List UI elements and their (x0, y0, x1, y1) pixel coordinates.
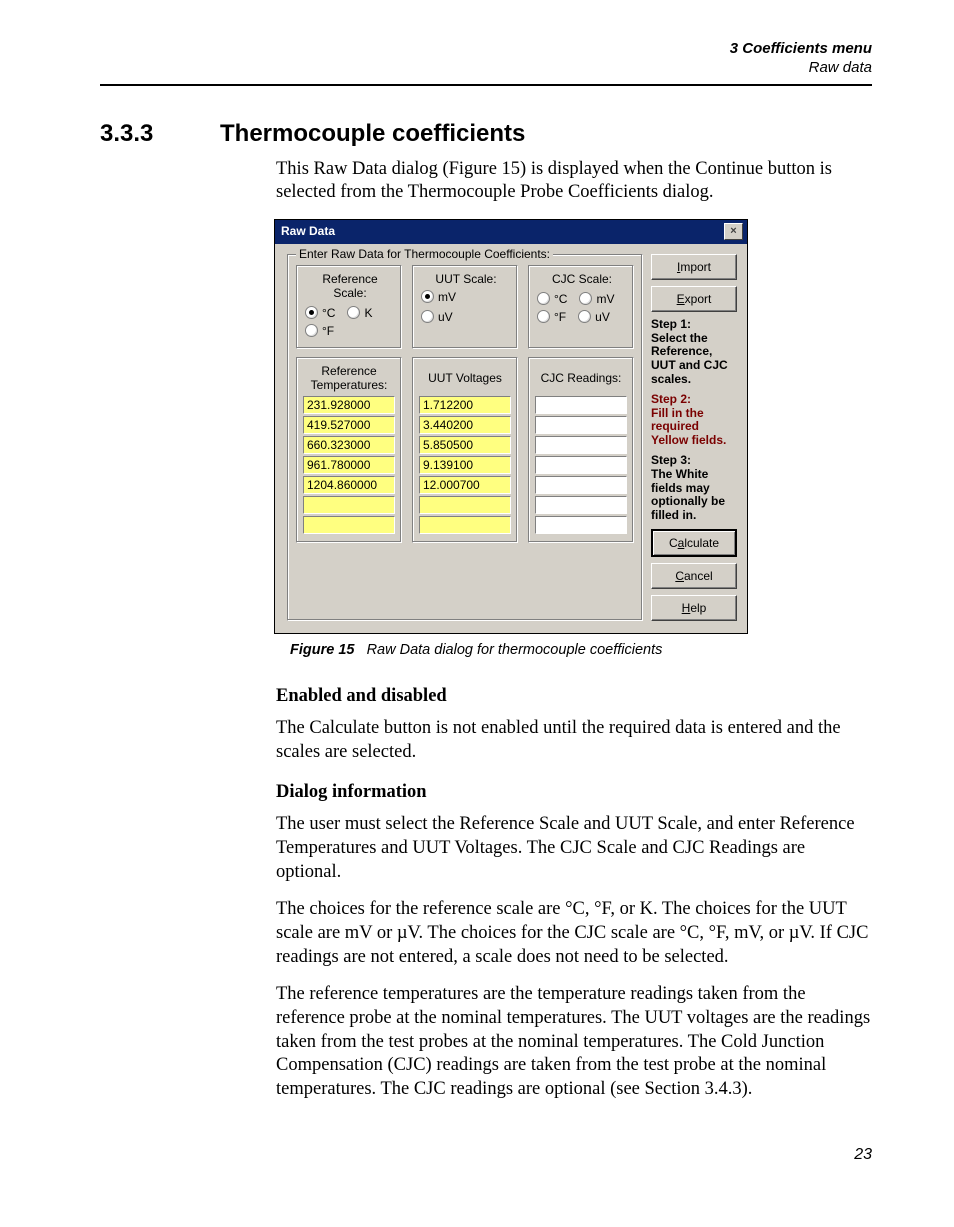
import-button[interactable]: Import (651, 254, 737, 280)
radio-icon (537, 292, 550, 305)
raw-data-dialog: Raw Data × Enter Raw Data for Thermocoup… (274, 219, 748, 634)
cjc-reading-input[interactable] (535, 416, 627, 434)
dialog-title: Raw Data (281, 224, 335, 238)
header-chapter: 3 Coefficients menu (100, 40, 872, 59)
cjc-scale-group: CJC Scale: °C mV °F uV (528, 265, 634, 349)
dialog-side-panel: Import Export Step 1: Select the Referen… (651, 254, 737, 621)
cjc-readings-header: CJC Readings: (535, 364, 627, 392)
paragraph: The user must select the Reference Scale… (276, 813, 872, 884)
radio-icon (578, 310, 591, 323)
export-button[interactable]: Export (651, 286, 737, 312)
cjc-reading-input[interactable] (535, 516, 627, 534)
ref-temps-header: Reference Temperatures: (303, 364, 395, 392)
raw-data-fieldset: Enter Raw Data for Thermocouple Coeffici… (287, 254, 643, 621)
uut-scale-group: UUT Scale: mV uV (412, 265, 518, 349)
cjc-reading-input[interactable] (535, 496, 627, 514)
calculate-button[interactable]: Calculate (651, 529, 737, 557)
reference-temperatures-column: Reference Temperatures: (296, 357, 402, 543)
uut-voltages-column: UUT Voltages (412, 357, 518, 543)
uut-scale-uv-radio[interactable]: uV (421, 310, 511, 324)
help-button[interactable]: Help (651, 595, 737, 621)
ref-temp-input[interactable] (303, 436, 395, 454)
cancel-button[interactable]: Cancel (651, 563, 737, 589)
step1-text: Step 1: Select the Reference, UUT and CJ… (651, 318, 737, 387)
figure-text: Raw Data dialog for thermocouple coeffic… (367, 642, 663, 658)
cjc-readings-column: CJC Readings: (528, 357, 634, 543)
uut-voltages-header: UUT Voltages (419, 364, 511, 392)
uut-voltage-input[interactable] (419, 456, 511, 474)
radio-icon (421, 310, 434, 323)
running-header: 3 Coefficients menu Raw data (100, 40, 872, 78)
ref-temp-input[interactable] (303, 516, 395, 534)
radio-icon (537, 310, 550, 323)
cjc-scale-uv-radio[interactable]: uV (578, 310, 610, 324)
radio-selected-icon (305, 306, 318, 319)
dialog-titlebar[interactable]: Raw Data × (275, 220, 747, 244)
figure-label: Figure 15 (290, 642, 354, 658)
step3-text: Step 3: The White fields may optionally … (651, 454, 737, 523)
paragraph: The Calculate button is not enabled unti… (276, 717, 872, 764)
paragraph: The reference temperatures are the tempe… (276, 983, 872, 1101)
cjc-scale-label: CJC Scale: (537, 272, 627, 286)
ref-temp-input[interactable] (303, 496, 395, 514)
cjc-reading-input[interactable] (535, 456, 627, 474)
paragraph: The choices for the reference scale are … (276, 898, 872, 969)
uut-voltage-input[interactable] (419, 516, 511, 534)
header-rule (100, 84, 872, 86)
uut-scale-label: UUT Scale: (421, 272, 511, 286)
uut-voltage-input[interactable] (419, 476, 511, 494)
step2-text: Step 2: Fill in the required Yellow fiel… (651, 393, 737, 448)
uut-voltage-input[interactable] (419, 436, 511, 454)
cjc-reading-input[interactable] (535, 436, 627, 454)
cjc-scale-f-radio[interactable]: °F (537, 310, 566, 324)
close-icon[interactable]: × (724, 223, 743, 240)
cjc-scale-mv-radio[interactable]: mV (579, 292, 614, 306)
fieldset-legend: Enter Raw Data for Thermocouple Coeffici… (296, 247, 553, 261)
uut-voltage-input[interactable] (419, 496, 511, 514)
uut-voltage-input[interactable] (419, 416, 511, 434)
header-section: Raw data (100, 59, 872, 78)
radio-icon (305, 324, 318, 337)
ref-temp-input[interactable] (303, 396, 395, 414)
cjc-reading-input[interactable] (535, 476, 627, 494)
uut-scale-mv-radio[interactable]: mV (421, 290, 511, 304)
subheading-enabled: Enabled and disabled (276, 686, 872, 707)
page-number: 23 (100, 1146, 872, 1164)
ref-temp-input[interactable] (303, 476, 395, 494)
reference-scale-label: Reference Scale: (305, 272, 395, 300)
ref-scale-f-radio[interactable]: °F (305, 324, 395, 338)
uut-voltage-input[interactable] (419, 396, 511, 414)
intro-paragraph: This Raw Data dialog (Figure 15) is disp… (276, 158, 872, 205)
radio-icon (579, 292, 592, 305)
subheading-dialog-info: Dialog information (276, 782, 872, 803)
cjc-scale-c-radio[interactable]: °C (537, 292, 567, 306)
section-title: Thermocouple coefficients (220, 120, 525, 148)
reference-scale-group: Reference Scale: °C K °F (296, 265, 402, 349)
section-number: 3.3.3 (100, 120, 192, 148)
ref-temp-input[interactable] (303, 416, 395, 434)
ref-scale-k-radio[interactable]: K (347, 306, 372, 320)
ref-temp-input[interactable] (303, 456, 395, 474)
figure-caption: Figure 15 Raw Data dialog for thermocoup… (290, 642, 872, 658)
ref-scale-c-radio[interactable]: °C (305, 306, 335, 320)
radio-selected-icon (421, 290, 434, 303)
radio-icon (347, 306, 360, 319)
cjc-reading-input[interactable] (535, 396, 627, 414)
